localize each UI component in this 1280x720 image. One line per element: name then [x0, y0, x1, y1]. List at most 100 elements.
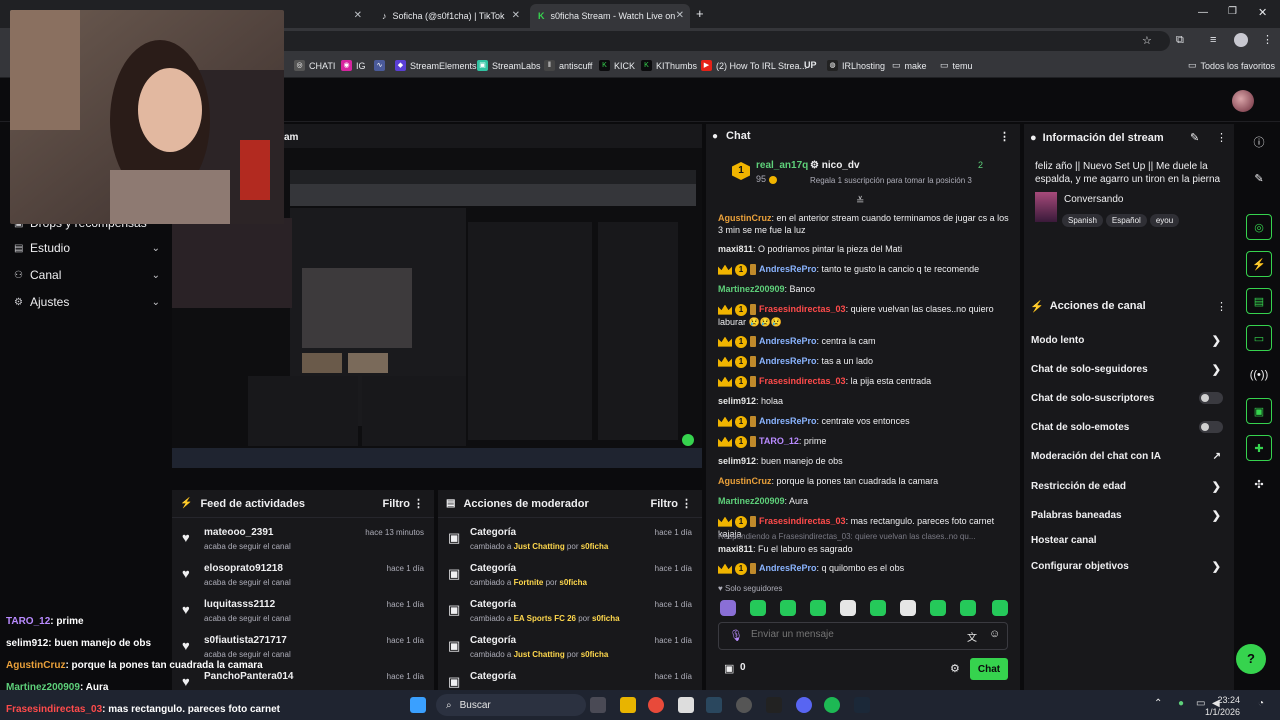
list-item[interactable]: ♥ luquitasss2112 acaba de seguir el cana…	[172, 596, 434, 632]
emote[interactable]	[930, 600, 946, 616]
bookmark-chati[interactable]: ◎ CHATI	[294, 60, 335, 71]
emote[interactable]	[992, 600, 1008, 616]
chat-message[interactable]: Martinez200909: Aura	[718, 495, 1012, 507]
bookmark-streamlabs[interactable]: ▣ StreamLabs	[477, 60, 541, 71]
taskbar-clock[interactable]: 23:24 1/1/2026	[1205, 694, 1240, 718]
chat-username[interactable]: Frasesindirectas_03	[759, 376, 846, 386]
chat-message[interactable]: AgustinCruz: porque la pones tan cuadrad…	[718, 475, 1012, 487]
chat-message[interactable]: selim912: buen manejo de obs	[718, 455, 1012, 467]
list-item[interactable]: ▣ Categoría cambiado a Just Chatting por…	[438, 524, 702, 560]
edit-pencil-icon[interactable]: ✎	[1246, 166, 1272, 192]
action-goals[interactable]: Configurar objetivos ❯	[1031, 556, 1227, 576]
spotify-icon[interactable]	[824, 697, 840, 713]
camera-icon[interactable]: ◎	[1246, 214, 1272, 240]
chat-username[interactable]: Frasesindirectas_03	[759, 516, 846, 526]
bookmark-temu[interactable]: ▭ temu	[940, 60, 973, 71]
chat-username[interactable]: Martinez200909	[718, 284, 785, 294]
maximize-icon[interactable]: ❐	[1228, 6, 1237, 17]
action-solo-seguidores[interactable]: Chat de solo-seguidores ❯	[1031, 359, 1227, 379]
kebab-menu-icon[interactable]: ⋮	[1216, 300, 1227, 313]
action-age-restriction[interactable]: Restricción de edad ❯	[1031, 476, 1227, 496]
browser-tab-tiktok[interactable]: ♪ Soficha (@s0f1cha) | TikTok ✕	[374, 4, 526, 28]
list-icon[interactable]: ▤	[1246, 288, 1272, 314]
help-support-icon[interactable]: ?	[1236, 644, 1266, 674]
browser-tab-partial[interactable]: ✕	[290, 4, 368, 28]
chat-username[interactable]: AndresRePro	[759, 264, 817, 274]
emotes-only-toggle[interactable]	[1199, 421, 1223, 433]
chat-message[interactable]: Martinez200909: Banco	[718, 283, 1012, 295]
media-icon[interactable]: ▣	[1246, 398, 1272, 424]
chat-message[interactable]: 1 AndresRePro: centrate vos entonces	[718, 415, 1012, 428]
new-tab-button[interactable]: +	[696, 6, 704, 21]
all-favorites[interactable]: ▭ Todos los favoritos	[1188, 60, 1275, 71]
user-avatar[interactable]	[1232, 90, 1254, 112]
chat-input[interactable]	[751, 629, 951, 640]
chat-message[interactable]: AgustinCruz: en el anterior stream cuand…	[718, 212, 1012, 236]
chat-username[interactable]: Martinez200909	[718, 496, 785, 506]
close-tab-icon[interactable]: ✕	[676, 10, 684, 21]
chat-message[interactable]: 1 Frasesindirectas_03: quiere vuelvan las…	[718, 303, 1012, 328]
chat-username[interactable]: selim912	[718, 456, 756, 466]
chat-username[interactable]: selim912	[718, 396, 756, 406]
chat-username[interactable]: AndresRePro	[759, 336, 817, 346]
list-item[interactable]: ▣ Categoría hace 1 día	[438, 668, 702, 690]
emote[interactable]	[840, 600, 856, 616]
chat-bubble-icon[interactable]: ▭	[1246, 325, 1272, 351]
emote[interactable]	[750, 600, 766, 616]
kebab-menu-icon[interactable]: ⋮	[999, 130, 1010, 143]
chat-message[interactable]: 1 AndresRePro: centra la cam	[718, 335, 1012, 348]
chat-username[interactable]: AndresRePro	[759, 563, 817, 573]
leader-name[interactable]: real_an17q	[756, 160, 808, 171]
list-item[interactable]: ♥ PanchoPantera014 hace 1 día	[172, 668, 434, 690]
feed-filter-button[interactable]: Filtro	[383, 498, 411, 510]
action-banned-words[interactable]: Palabras baneadas ❯	[1031, 505, 1227, 525]
chat-message[interactable]: 1 AndresRePro: tanto te gusto la cancio q…	[718, 263, 1012, 276]
kebab-menu-icon[interactable]: ⋮	[681, 497, 692, 510]
emote[interactable]	[810, 600, 826, 616]
list-item[interactable]: ♥ elosoprato91218 acaba de seguir el can…	[172, 560, 434, 596]
subscribers-only-toggle[interactable]	[1199, 392, 1223, 404]
chat-username[interactable]: maxi811	[718, 544, 753, 554]
browser-tab-kick[interactable]: K s0ficha Stream - Watch Live on ✕	[530, 4, 690, 28]
chat-username[interactable]: AndresRePro	[759, 356, 817, 366]
chat-username[interactable]: maxi811	[718, 244, 753, 254]
chat-message[interactable]: 1 TARO_12: prime	[718, 435, 1012, 448]
chrome-icon[interactable]	[648, 697, 664, 713]
sub-gift-user[interactable]: ⚙ nico_dv	[810, 160, 860, 171]
profile-avatar[interactable]	[1234, 33, 1248, 47]
file-explorer-icon[interactable]	[620, 697, 636, 713]
windows-start-icon[interactable]	[410, 697, 426, 713]
emote[interactable]	[960, 600, 976, 616]
edit-pencil-icon[interactable]: ✎	[1190, 131, 1199, 144]
emote[interactable]	[720, 600, 736, 616]
chat-message[interactable]: 1 Frasesindirectas_03: la pija esta centr…	[718, 375, 1012, 388]
emote[interactable]	[780, 600, 796, 616]
bookmark-kithumbs[interactable]: K KIThumbs	[641, 60, 697, 71]
discord-icon[interactable]	[796, 697, 812, 713]
bookmark-irlhosting[interactable]: ◍ IRLhosting	[827, 60, 885, 71]
chat-message[interactable]: 1 AndresRePro: q quilombo es el obs	[718, 562, 1012, 575]
steam-icon[interactable]	[854, 697, 870, 713]
close-tab-icon[interactable]: ✕	[512, 10, 520, 21]
broadcast-icon[interactable]: ((•))	[1246, 362, 1272, 388]
app-icon[interactable]	[736, 697, 752, 713]
chat-message[interactable]: Respondiendo a Frasesindirectas_03: quie…	[718, 532, 1012, 555]
notification-icon[interactable]: ◔	[1258, 698, 1264, 709]
taskbar-search[interactable]: ⌕ Buscar	[436, 694, 586, 716]
bookmark-make[interactable]: ▭ make	[892, 60, 927, 71]
extensions-icon[interactable]: ✣	[1246, 472, 1272, 498]
wrench-icon[interactable]: ✚	[1246, 435, 1272, 461]
chat-username[interactable]: TARO_12	[759, 436, 799, 446]
lightning-icon[interactable]: ⚡	[1246, 251, 1272, 277]
obs-icon[interactable]	[678, 697, 694, 713]
kebab-menu-icon[interactable]: ⋮	[413, 497, 424, 510]
list-item[interactable]: ▣ Categoría cambiado a EA Sports FC 26 p…	[438, 596, 702, 632]
bookmark-antiscuff[interactable]: ‖ antiscuff	[544, 60, 592, 71]
bookmark-chart[interactable]: ∿	[374, 60, 385, 71]
chat-message[interactable]: maxi811: O podriamos pintar la pieza del…	[718, 243, 1012, 255]
close-window-icon[interactable]: ✕	[1258, 6, 1267, 19]
bookmark-up[interactable]: UP	[804, 60, 817, 70]
steam-icon[interactable]	[706, 697, 722, 713]
collapse-icon[interactable]: ≚	[856, 196, 864, 207]
sidebar-item-estudio[interactable]: ▤ Estudio ⌄	[14, 237, 164, 259]
